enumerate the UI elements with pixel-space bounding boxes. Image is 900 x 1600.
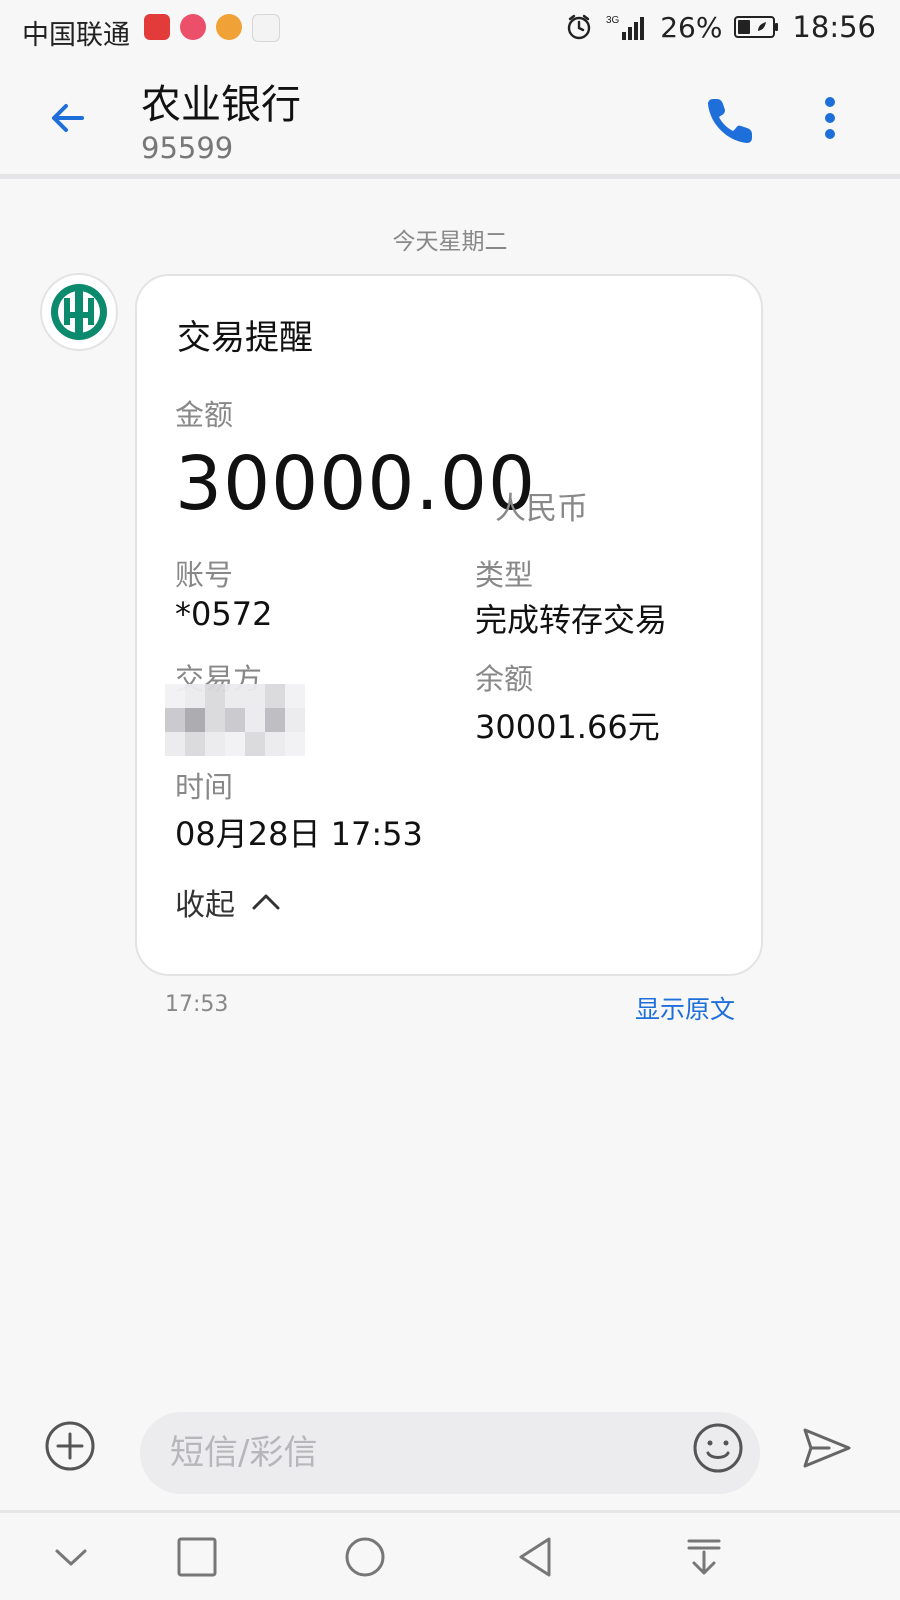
composer-bar	[0, 1396, 900, 1512]
type-value: 完成转存交易	[475, 601, 668, 639]
qq-notification-icon	[180, 14, 206, 40]
back-button[interactable]	[42, 90, 98, 146]
date-separator: 今天星期二	[392, 229, 508, 255]
nav-notifications-button[interactable]	[675, 1528, 733, 1586]
collapse-button[interactable]: 收起	[175, 880, 283, 924]
alarm-icon	[564, 12, 594, 42]
circle-icon	[345, 1537, 385, 1577]
nav-collapse-button[interactable]	[42, 1528, 100, 1586]
currency-label: 人民币	[495, 491, 588, 527]
abc-bank-logo-icon	[40, 273, 118, 351]
collapse-label: 收起	[175, 888, 235, 923]
add-attachment-button[interactable]	[42, 1418, 98, 1474]
send-button[interactable]	[798, 1420, 856, 1476]
nav-recent-apps-button[interactable]	[168, 1528, 226, 1586]
pull-down-icon	[687, 1539, 721, 1575]
status-right: 3G 26% 18:56	[564, 10, 876, 44]
bank-avatar	[40, 273, 118, 351]
chevron-down-icon	[55, 1549, 87, 1566]
transaction-message-card[interactable]: 交易提醒 金额 30000.00 人民币 账号 *0572 类型 完成转存交易 …	[135, 274, 763, 976]
contact-name: 农业银行	[141, 82, 301, 128]
type-label: 类型	[475, 558, 534, 592]
header-divider	[0, 174, 900, 179]
chevron-up-icon	[252, 894, 280, 910]
map-notification-icon	[216, 14, 242, 40]
show-original-link[interactable]: 显示原文	[635, 990, 735, 1026]
more-options-button[interactable]	[804, 90, 856, 146]
signal-icon: 3G	[606, 12, 648, 42]
notification-icons	[144, 14, 280, 42]
svg-text:3G: 3G	[606, 15, 620, 26]
account-value: *0572	[175, 595, 273, 633]
emoji-button[interactable]	[690, 1420, 746, 1476]
amount-label: 金额	[175, 398, 234, 432]
nav-home-button[interactable]	[336, 1528, 394, 1586]
triangle-back-icon	[519, 1537, 551, 1577]
message-timestamp: 17:53	[165, 992, 229, 1017]
carrier-name: 中国联通	[22, 20, 130, 51]
time-value: 08月28日 17:53	[175, 815, 423, 853]
time-label: 时间	[175, 770, 234, 804]
add-circle-icon	[45, 1421, 95, 1471]
message-input[interactable]	[140, 1412, 760, 1494]
square-icon	[177, 1537, 217, 1577]
status-time: 18:56	[792, 10, 876, 44]
balance-value: 30001.66元	[475, 708, 660, 746]
battery-percent: 26%	[660, 10, 723, 44]
back-arrow-icon	[52, 104, 84, 132]
more-vertical-icon	[825, 97, 835, 139]
conversation-header: 农业银行 95599	[0, 62, 900, 172]
nav-back-button[interactable]	[506, 1528, 564, 1586]
toutiao-notification-icon	[144, 14, 170, 40]
card-title: 交易提醒	[177, 318, 313, 358]
account-label: 账号	[175, 558, 234, 592]
balance-label: 余额	[475, 662, 534, 696]
send-icon	[803, 1428, 851, 1468]
phone-icon	[708, 99, 752, 143]
call-button[interactable]	[699, 90, 755, 146]
system-navigation-bar	[0, 1513, 900, 1600]
video-notification-icon	[252, 14, 280, 42]
emoji-icon	[693, 1423, 743, 1473]
battery-icon	[734, 15, 780, 39]
contact-number: 95599	[141, 131, 234, 165]
counterparty-redacted	[165, 684, 305, 756]
status-bar: 中国联通 3G 26% 18:56	[0, 0, 900, 62]
amount-value: 30000.00	[175, 441, 537, 527]
